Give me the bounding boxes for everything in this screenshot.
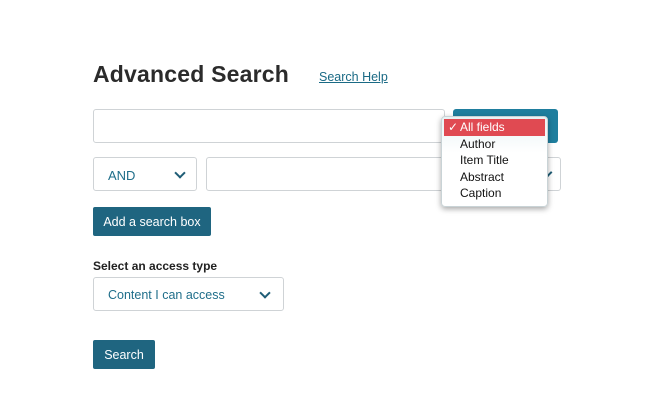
add-search-box-button[interactable]: Add a search box: [93, 207, 211, 236]
option-label: All fields: [460, 120, 505, 134]
option-label: Caption: [460, 186, 502, 200]
chevron-down-icon: [259, 287, 271, 299]
dropdown-option-author[interactable]: Author: [442, 136, 547, 153]
operator-label: AND: [108, 168, 136, 183]
dropdown-option-caption[interactable]: Caption: [442, 185, 547, 202]
dropdown-option-item-title[interactable]: Item Title: [442, 152, 547, 169]
option-label: Abstract: [460, 169, 505, 184]
field-dropdown-menu[interactable]: ✓ All fields Author Item Title Abstract …: [441, 116, 548, 207]
access-type-select[interactable]: Content I can access: [93, 277, 284, 311]
dropdown-option-all-fields[interactable]: ✓ All fields: [444, 119, 545, 136]
dropdown-option-abstract[interactable]: Abstract: [442, 169, 547, 186]
access-type-label: Select an access type: [93, 259, 218, 273]
page-title: Advanced Search: [93, 61, 290, 87]
boolean-operator-select[interactable]: AND: [93, 157, 197, 191]
search-input[interactable]: [93, 109, 445, 143]
chevron-down-icon: [174, 167, 186, 179]
search-button[interactable]: Search: [93, 340, 155, 369]
search-help-link[interactable]: Search Help: [319, 70, 388, 84]
option-label: Author: [460, 136, 496, 151]
check-icon: ✓: [448, 120, 459, 134]
access-type-value: Content I can access: [108, 288, 225, 302]
option-label: Item Title: [460, 153, 509, 167]
